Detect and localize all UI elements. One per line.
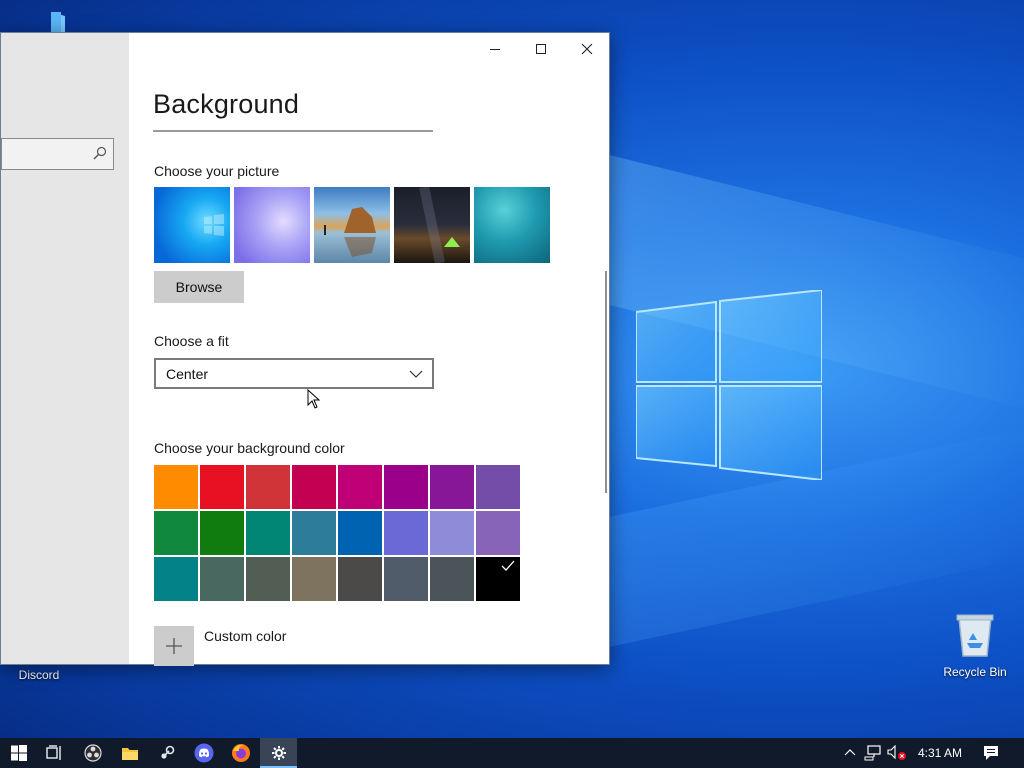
desktop-icon-label: Recycle Bin [943,665,1007,679]
start-button[interactable] [0,738,37,768]
color-swatch[interactable] [246,557,290,601]
close-icon [581,43,593,55]
minimize-button[interactable] [472,33,518,65]
color-swatch[interactable] [246,465,290,509]
obs-icon [83,744,102,762]
custom-color-button[interactable] [154,626,194,666]
color-swatch[interactable] [292,557,336,601]
color-swatch[interactable] [154,557,198,601]
color-swatch[interactable] [200,465,244,509]
color-swatch[interactable] [200,557,244,601]
color-swatch[interactable] [338,465,382,509]
color-swatch[interactable] [384,557,428,601]
picture-thumbnail-3[interactable] [314,187,390,263]
desktop-icon-label: Discord [18,668,60,682]
maximize-button[interactable] [518,33,564,65]
color-swatch[interactable] [338,557,382,601]
settings-icon [271,746,286,760]
plus-icon [166,638,182,654]
color-swatch[interactable] [338,511,382,555]
taskbar-app-obs[interactable] [74,738,111,768]
taskbar-app-discord[interactable] [185,738,222,768]
file-explorer-icon [121,748,138,760]
checkmark-icon [501,560,515,571]
color-swatch[interactable] [246,511,290,555]
taskbar-app-settings[interactable] [260,738,297,768]
choose-color-label: Choose your background color [154,440,345,456]
firefox-icon [231,744,250,762]
start-icon [10,745,27,761]
page-title: Background [153,89,300,119]
color-swatch[interactable] [476,465,520,509]
browse-button[interactable]: Browse [154,271,244,303]
color-swatch[interactable] [384,465,428,509]
mouse-cursor-icon [307,389,321,409]
volume-muted-icon [887,745,906,760]
chevron-down-icon [409,370,423,378]
close-button[interactable] [564,33,610,65]
color-swatch[interactable] [476,557,520,601]
picture-thumbnail-4[interactable] [394,185,470,265]
windows-logo-thumb [204,214,224,236]
steam-icon [160,745,174,759]
minimize-icon [490,49,500,50]
color-swatch-grid [154,465,522,601]
color-swatch[interactable] [430,557,474,601]
search-icon [93,146,107,160]
color-swatch[interactable] [292,511,336,555]
settings-window: Background Choose your picture Browse Ch… [0,32,610,666]
fit-dropdown[interactable]: Center [154,358,434,389]
choose-fit-label: Choose a fit [154,333,229,349]
fit-dropdown-value: Center [166,366,209,382]
taskbar-app-steam[interactable] [148,738,185,768]
taskbar-app-file-explorer[interactable] [111,738,148,768]
volume-button[interactable] [886,738,908,768]
windows-logo-wallpaper [636,290,822,480]
color-swatch[interactable] [154,465,198,509]
tent-night-graphic [419,185,460,265]
color-swatch[interactable] [292,465,336,509]
picture-thumbnail-1[interactable] [154,187,230,263]
desktop-icon-discord[interactable]: Discord [1,664,77,682]
picture-thumbnail-2[interactable] [234,187,310,263]
color-swatch[interactable] [200,511,244,555]
custom-color-label: Custom color [204,628,287,644]
network-button[interactable] [862,738,884,768]
color-swatch[interactable] [430,465,474,509]
scrollbar[interactable] [605,271,607,493]
rock-formation-graphic [324,207,376,257]
desktop-icon-generic[interactable] [10,8,86,35]
taskbar-app-firefox[interactable] [222,738,259,768]
action-center-button[interactable] [978,738,1004,768]
discord-icon [194,743,213,763]
taskbar-clock[interactable]: 4:31 AM [913,738,967,768]
chevron-up-icon [844,749,856,756]
show-hidden-icons-button[interactable] [841,738,859,768]
picture-thumbnail-5[interactable] [474,187,550,263]
color-swatch[interactable] [476,511,520,555]
action-center-icon [984,746,998,760]
recycle-bin-icon [956,614,994,657]
taskbar: 4:31 AM [0,738,1024,768]
settings-nav-pane [1,33,129,664]
task-view-icon [45,745,61,760]
choose-picture-label: Choose your picture [154,163,280,179]
maximize-icon [536,44,546,54]
color-swatch[interactable] [430,511,474,555]
network-icon [864,745,881,761]
app-icon [51,12,65,32]
color-swatch[interactable] [384,511,428,555]
desktop-icon-recycle-bin[interactable]: Recycle Bin [937,612,1013,679]
color-swatch[interactable] [154,511,198,555]
title-underline [153,130,433,132]
task-view-button[interactable] [36,738,73,768]
settings-search-input[interactable] [1,138,114,170]
